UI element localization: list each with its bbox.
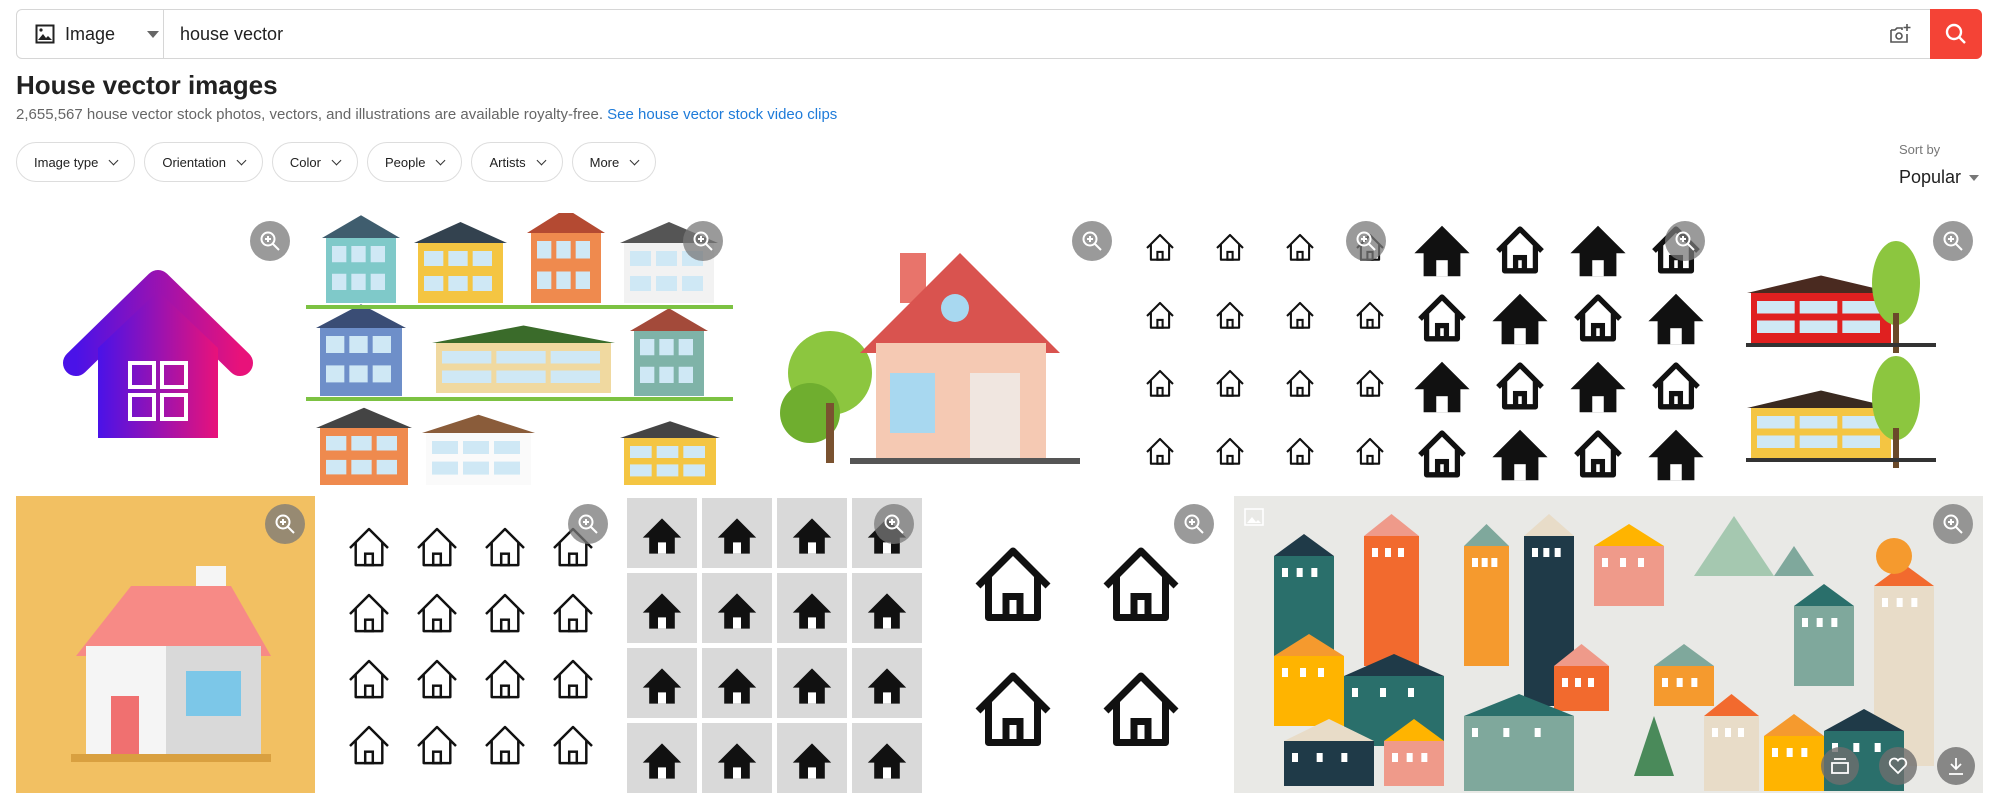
filter-label: Color bbox=[289, 154, 321, 170]
house-illustration bbox=[1274, 514, 1934, 791]
filter-label: Image type bbox=[34, 154, 99, 170]
zoom-in-icon[interactable] bbox=[1346, 221, 1386, 261]
house-illustration bbox=[975, 547, 1179, 746]
search-input[interactable] bbox=[164, 23, 1880, 45]
sort-value: Popular bbox=[1899, 167, 1962, 187]
zoom-in-icon[interactable] bbox=[1933, 221, 1973, 261]
zoom-in-icon[interactable] bbox=[250, 221, 290, 261]
results-summary: 2,655,567 house vector stock photos, vec… bbox=[16, 106, 837, 123]
results-count-text: 2,655,567 house vector stock photos, vec… bbox=[16, 106, 603, 123]
house-illustration bbox=[306, 213, 733, 485]
filter-artists[interactable]: Artists bbox=[471, 142, 563, 182]
zoom-in-icon[interactable] bbox=[265, 504, 305, 544]
zoom-in-icon[interactable] bbox=[683, 221, 723, 261]
caret-down-icon bbox=[1969, 174, 1980, 181]
chevron-down-icon bbox=[629, 155, 640, 165]
chevron-down-icon bbox=[236, 155, 247, 165]
result-image[interactable] bbox=[1128, 213, 1396, 485]
result-image[interactable] bbox=[931, 496, 1224, 793]
filter-label: Orientation bbox=[162, 154, 226, 170]
image-icon bbox=[35, 24, 55, 44]
result-image[interactable] bbox=[16, 213, 300, 485]
similar-icon bbox=[1831, 758, 1849, 774]
house-illustration bbox=[71, 566, 271, 762]
house-illustration bbox=[349, 527, 593, 765]
house-illustration bbox=[1414, 225, 1704, 481]
result-image[interactable] bbox=[1721, 213, 1983, 485]
zoom-in-icon[interactable] bbox=[1174, 504, 1214, 544]
result-image[interactable] bbox=[16, 496, 315, 793]
filter-orientation[interactable]: Orientation bbox=[144, 142, 263, 182]
result-image[interactable] bbox=[625, 496, 924, 793]
result-image[interactable] bbox=[319, 496, 618, 793]
chevron-down-icon bbox=[536, 155, 547, 165]
result-image[interactable] bbox=[306, 213, 733, 485]
similar-images-button[interactable] bbox=[1821, 747, 1859, 785]
filter-label: Artists bbox=[489, 154, 526, 170]
sort-control[interactable]: Sort by Popular bbox=[1899, 142, 1980, 188]
search-icon bbox=[1945, 23, 1966, 44]
page-title: House vector images bbox=[16, 70, 278, 100]
filter-image-type[interactable]: Image type bbox=[16, 142, 136, 182]
chevron-down-icon bbox=[108, 155, 119, 165]
result-image[interactable] bbox=[740, 213, 1122, 485]
zoom-in-icon[interactable] bbox=[568, 504, 608, 544]
video-clips-link[interactable]: See house vector stock video clips bbox=[607, 106, 837, 123]
favorite-button[interactable] bbox=[1879, 747, 1917, 785]
search-button[interactable] bbox=[1930, 9, 1982, 59]
search-type-label: Image bbox=[65, 23, 116, 44]
heart-icon bbox=[1888, 757, 1908, 775]
download-button[interactable] bbox=[1937, 747, 1975, 785]
filter-color[interactable]: Color bbox=[271, 142, 358, 182]
caret-down-icon bbox=[147, 30, 160, 38]
house-illustration bbox=[780, 253, 1080, 464]
filter-more[interactable]: More bbox=[571, 142, 657, 182]
download-icon bbox=[1949, 758, 1963, 775]
filter-label: More bbox=[589, 154, 620, 170]
camera-plus-icon[interactable] bbox=[1880, 23, 1920, 45]
zoom-in-icon[interactable] bbox=[1665, 221, 1705, 261]
filter-label: People bbox=[385, 154, 426, 170]
search-type-dropdown[interactable]: Image bbox=[17, 10, 164, 58]
sort-label: Sort by bbox=[1899, 142, 1941, 157]
result-image[interactable] bbox=[1234, 496, 1983, 793]
house-illustration bbox=[627, 498, 922, 793]
filter-people[interactable]: People bbox=[367, 142, 463, 182]
image-icon bbox=[1244, 508, 1264, 526]
zoom-in-icon[interactable] bbox=[1072, 221, 1112, 261]
chevron-down-icon bbox=[331, 155, 342, 165]
search-bar: Image bbox=[16, 9, 1982, 59]
filter-bar: Image type Orientation Color People Artists M… bbox=[16, 142, 657, 182]
zoom-in-icon[interactable] bbox=[1933, 504, 1973, 544]
result-image[interactable] bbox=[1402, 213, 1715, 485]
chevron-down-icon bbox=[436, 155, 446, 165]
zoom-in-icon[interactable] bbox=[874, 504, 914, 544]
